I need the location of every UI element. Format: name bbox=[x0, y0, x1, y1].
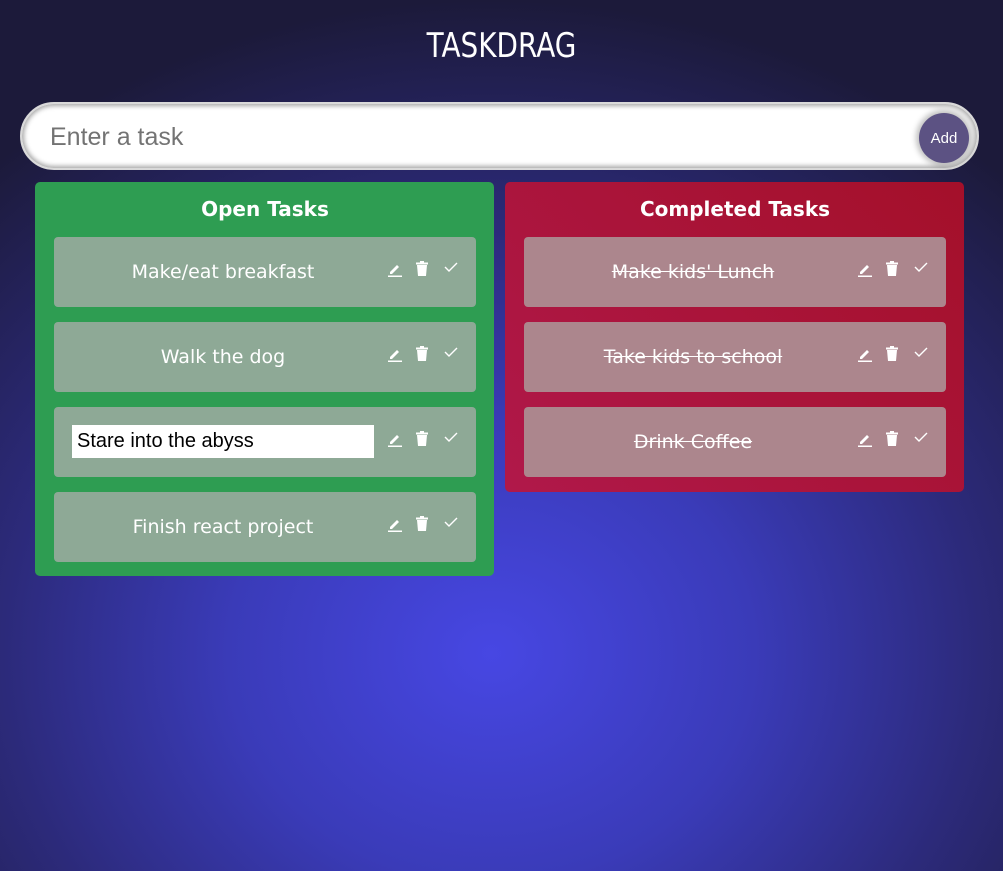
complete-task-button[interactable] bbox=[444, 516, 458, 532]
delete-task-button[interactable] bbox=[416, 431, 430, 447]
task-text: Walk the dog bbox=[160, 346, 286, 368]
check-icon bbox=[914, 346, 928, 358]
app-title: TASKDRAG bbox=[426, 26, 577, 66]
delete-task-button[interactable] bbox=[416, 516, 430, 532]
complete-task-button[interactable] bbox=[914, 431, 928, 447]
trash-icon bbox=[416, 346, 430, 361]
task-actions bbox=[388, 346, 458, 362]
new-task-input[interactable] bbox=[50, 120, 890, 154]
pencil-icon bbox=[388, 516, 402, 532]
complete-task-button[interactable] bbox=[444, 431, 458, 447]
task-card[interactable]: Make kids' Lunch bbox=[524, 237, 946, 307]
new-task-bar: Add bbox=[20, 102, 979, 170]
trash-icon bbox=[416, 516, 430, 531]
open-tasks-title: Open Tasks bbox=[201, 197, 329, 221]
edit-task-button[interactable] bbox=[858, 261, 872, 277]
task-actions bbox=[858, 346, 928, 362]
check-icon bbox=[444, 516, 458, 528]
pencil-icon bbox=[858, 261, 872, 277]
trash-icon bbox=[416, 431, 430, 446]
task-card[interactable]: Make/eat breakfast bbox=[54, 237, 476, 307]
task-actions bbox=[858, 261, 928, 277]
delete-task-button[interactable] bbox=[416, 346, 430, 362]
task-edit-input[interactable] bbox=[72, 425, 374, 458]
edit-task-button[interactable] bbox=[858, 346, 872, 362]
edit-task-button[interactable] bbox=[388, 261, 402, 277]
task-card[interactable]: Take kids to school bbox=[524, 322, 946, 392]
trash-icon bbox=[886, 431, 900, 446]
check-icon bbox=[444, 346, 458, 358]
pencil-icon bbox=[858, 346, 872, 362]
check-icon bbox=[444, 261, 458, 273]
delete-task-button[interactable] bbox=[886, 346, 900, 362]
task-card[interactable]: Finish react project bbox=[54, 492, 476, 562]
pencil-icon bbox=[388, 431, 402, 447]
open-task-list: Make/eat breakfast Walk the dog Finish rea… bbox=[54, 237, 476, 562]
edit-task-button[interactable] bbox=[388, 431, 402, 447]
complete-task-button[interactable] bbox=[444, 261, 458, 277]
pencil-icon bbox=[388, 346, 402, 362]
edit-task-button[interactable] bbox=[388, 516, 402, 532]
task-text: Take kids to school bbox=[603, 346, 783, 368]
pencil-icon bbox=[388, 261, 402, 277]
open-tasks-column: Open Tasks Make/eat breakfast Walk the do… bbox=[35, 182, 494, 576]
completed-tasks-title: Completed Tasks bbox=[639, 197, 831, 221]
delete-task-button[interactable] bbox=[886, 261, 900, 277]
check-icon bbox=[914, 261, 928, 273]
add-task-button[interactable]: Add bbox=[919, 113, 969, 163]
trash-icon bbox=[886, 261, 900, 276]
trash-icon bbox=[416, 261, 430, 276]
trash-icon bbox=[886, 346, 900, 361]
task-text: Drink Coffee bbox=[633, 431, 753, 453]
delete-task-button[interactable] bbox=[886, 431, 900, 447]
completed-task-list: Make kids' Lunch Take kids to school Drink… bbox=[524, 237, 946, 477]
task-text: Make/eat breakfast bbox=[131, 261, 315, 283]
completed-tasks-column: Completed Tasks Make kids' Lunch Take kid… bbox=[505, 182, 964, 492]
check-icon bbox=[444, 431, 458, 443]
task-actions bbox=[388, 261, 458, 277]
delete-task-button[interactable] bbox=[416, 261, 430, 277]
task-card[interactable]: Drink Coffee bbox=[524, 407, 946, 477]
task-card[interactable]: Walk the dog bbox=[54, 322, 476, 392]
edit-task-button[interactable] bbox=[858, 431, 872, 447]
task-actions bbox=[858, 431, 928, 447]
task-card[interactable] bbox=[54, 407, 476, 477]
task-text: Make kids' Lunch bbox=[611, 261, 775, 283]
check-icon bbox=[914, 431, 928, 443]
complete-task-button[interactable] bbox=[914, 346, 928, 362]
edit-task-button[interactable] bbox=[388, 346, 402, 362]
complete-task-button[interactable] bbox=[914, 261, 928, 277]
complete-task-button[interactable] bbox=[444, 346, 458, 362]
task-actions bbox=[388, 516, 458, 532]
pencil-icon bbox=[858, 431, 872, 447]
task-text: Finish react project bbox=[132, 516, 314, 538]
task-actions bbox=[388, 431, 458, 447]
